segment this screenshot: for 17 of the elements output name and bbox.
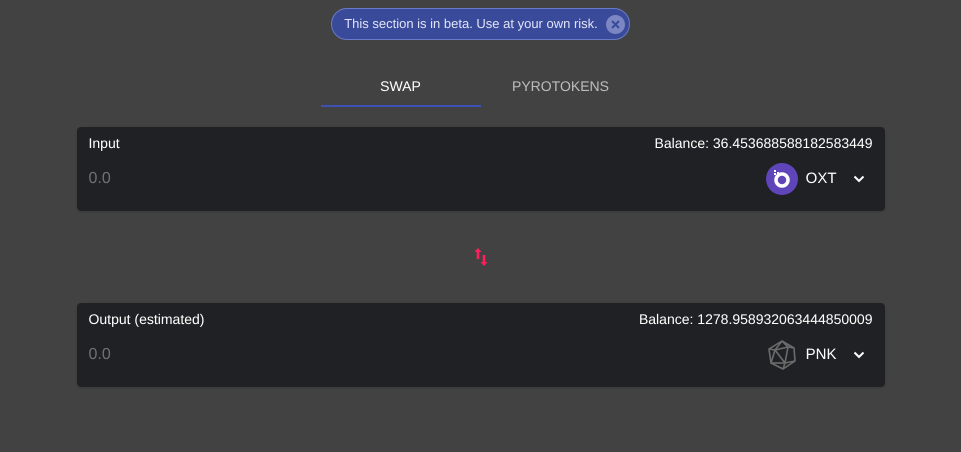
polyhedron-icon — [766, 339, 798, 371]
amount-field[interactable]: 0.0 — [88, 343, 328, 367]
swap-direction-icon[interactable] — [474, 247, 488, 267]
balance-text: Balance: 36.453688588182583449 — [654, 134, 872, 152]
token-logo-icon — [766, 163, 798, 195]
panel-label: Output (estimated) — [88, 310, 204, 329]
amount-field[interactable]: 0.0 — [88, 167, 328, 191]
tab[interactable]: SWAP — [320, 68, 480, 107]
token-selector[interactable]: PNK — [766, 339, 872, 371]
panel-label: Input — [88, 134, 120, 153]
chevron-down-icon — [852, 175, 864, 183]
tab[interactable]: PYROTOKENS — [480, 68, 640, 107]
token-selector[interactable]: OXT — [766, 163, 872, 195]
balance-text: Balance: 1278.958932063444850009 — [638, 310, 872, 328]
chevron-down-icon — [852, 351, 864, 359]
close-icon[interactable] — [606, 14, 625, 34]
banner-message: This section is in beta. Use at your own risk. — [344, 15, 598, 34]
